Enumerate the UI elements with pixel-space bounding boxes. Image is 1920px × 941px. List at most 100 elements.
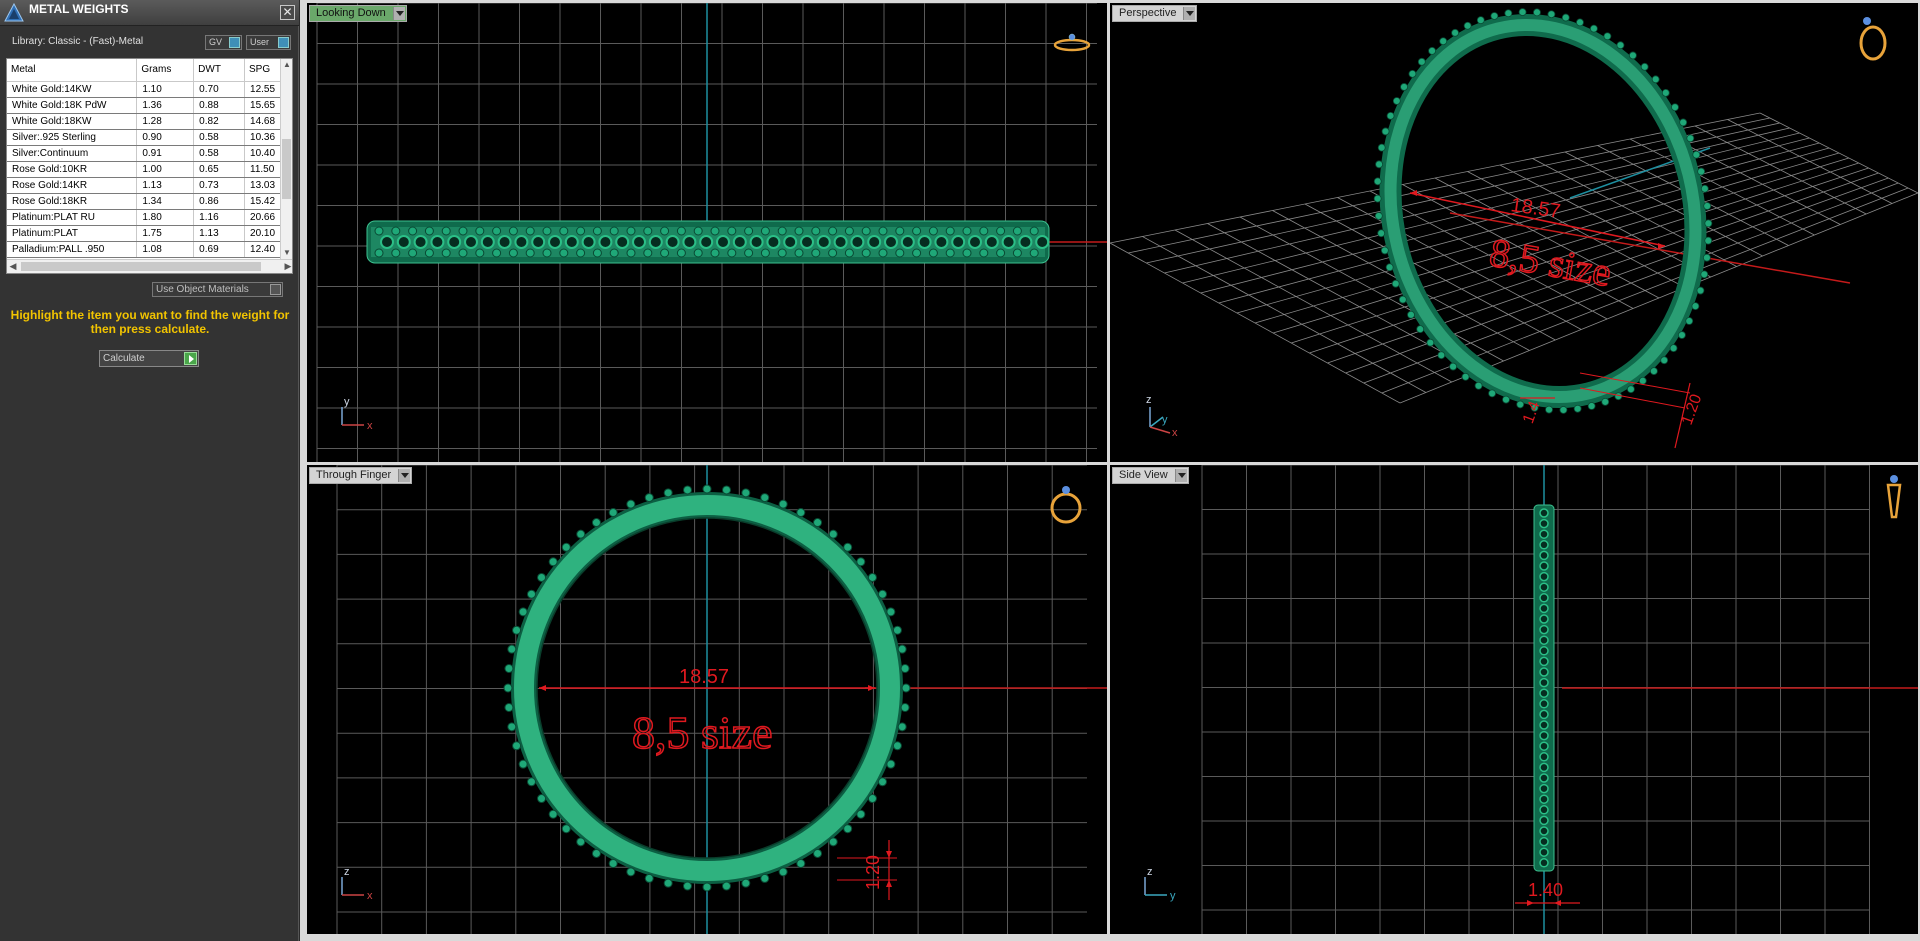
bead (794, 248, 804, 258)
table-horizontal-scrollbar[interactable]: ◀ ▶ (7, 259, 292, 273)
table-vertical-scrollbar[interactable]: ▲ ▼ (280, 59, 292, 259)
cell-spg: 12.40 (244, 241, 281, 258)
checkbox-icon[interactable] (270, 284, 281, 295)
ring-icon-top (1053, 38, 1091, 52)
cell-dwt: 0.58 (193, 145, 246, 162)
bead (682, 881, 692, 891)
scroll-thumb[interactable] (282, 139, 291, 199)
close-icon[interactable]: ✕ (280, 5, 295, 20)
cell-spg: 13.03 (244, 177, 281, 194)
cutout-hole (1539, 752, 1549, 762)
table-row[interactable]: Rose Gold:10KR 1.00 0.65 11.50 (7, 161, 281, 178)
col-header-grams[interactable]: Grams (136, 59, 195, 82)
viewport-looking-down[interactable]: yx Looking Down (307, 3, 1107, 462)
viewport-label-through-finger[interactable]: Through Finger (309, 467, 413, 484)
ring-icon-perspective-gem (1863, 17, 1871, 25)
viewport-label-side-view[interactable]: Side View (1112, 467, 1189, 484)
viewport-title: Looking Down (316, 7, 386, 19)
bead (391, 248, 401, 258)
bead (1628, 51, 1637, 60)
bead (744, 226, 754, 236)
scroll-right-icon[interactable]: ▶ (282, 260, 292, 273)
dimension-arrow (1410, 190, 1417, 196)
cutout-hole (1539, 858, 1549, 868)
table-row[interactable]: White Gold:18KW 1.28 0.82 14.68 (7, 113, 281, 130)
cell-grams: 0.91 (136, 145, 195, 162)
chevron-down-icon[interactable] (392, 7, 405, 20)
bead (996, 226, 1006, 236)
bead (901, 683, 911, 693)
chevron-down-icon[interactable] (1174, 469, 1187, 482)
table-row[interactable]: Silver:.925 Sterling 0.90 0.58 10.36 (7, 129, 281, 146)
viewport-label-looking-down[interactable]: Looking Down (309, 5, 407, 22)
use-object-materials-checkbox[interactable]: Use Object Materials (152, 282, 283, 297)
bead (741, 878, 751, 888)
table-row[interactable]: White Gold:14KW 1.10 0.70 12.55 (7, 81, 281, 98)
table-row[interactable]: Platinum:PLAT 1.75 1.13 20.10 (7, 225, 281, 242)
scroll-left-icon[interactable]: ◀ (7, 260, 19, 273)
gv-button[interactable]: GV (205, 35, 242, 50)
bead (727, 248, 737, 258)
bead (441, 248, 451, 258)
viewport-label-perspective[interactable]: Perspective (1112, 5, 1198, 22)
bead (702, 882, 712, 892)
col-header-dwt[interactable]: DWT (193, 59, 246, 82)
viewport-through-finger[interactable]: 18.57 8,5 size 1.20 z x Through Finger (307, 465, 1107, 934)
col-header-metal[interactable]: Metal (7, 59, 138, 82)
metal-table-container: Metal Grams DWT SPG White Gold:14KW 1.10 0… (6, 58, 293, 274)
bead (609, 226, 619, 236)
scroll-down-icon[interactable]: ▼ (281, 247, 292, 259)
bead (1407, 310, 1415, 319)
bead (1603, 32, 1612, 41)
bead (1449, 362, 1458, 371)
chevron-down-icon[interactable] (1183, 7, 1196, 20)
user-button-label: User (250, 37, 270, 47)
cell-grams: 1.28 (136, 113, 195, 130)
cell-metal: White Gold:18KW (7, 113, 138, 130)
cutout-hole (430, 235, 445, 249)
cell-metal: Rose Gold:14KR (7, 177, 138, 194)
bead (518, 607, 528, 617)
ring-icon-side-gem (1890, 475, 1898, 483)
calculate-button[interactable]: Calculate (99, 350, 199, 367)
bead (1696, 286, 1705, 295)
table-row[interactable]: Rose Gold:18KR 1.34 0.86 15.42 (7, 193, 281, 210)
bead (900, 663, 910, 673)
hscroll-thumb[interactable] (21, 262, 261, 271)
cutout-hole (1539, 667, 1549, 677)
cutout-hole (1539, 518, 1549, 529)
table-row[interactable]: Silver:Continuum 0.91 0.58 10.40 (7, 145, 281, 162)
viewport-perspective[interactable]: 18.57 8,5 size 1.4 1.20 z y x Perspective (1110, 3, 1918, 462)
cutout-hole (1001, 235, 1016, 249)
bead (408, 226, 418, 236)
bead (518, 759, 528, 769)
dimension-arrow (1527, 900, 1534, 906)
bead (945, 226, 955, 236)
bead (777, 248, 787, 258)
scroll-up-icon[interactable]: ▲ (281, 59, 292, 71)
perspective-canvas[interactable]: 18.578,5 size1.4 1.20zyx (1110, 3, 1918, 462)
table-row[interactable]: Palladium:PALL .950 1.08 0.69 12.40 (7, 241, 281, 258)
chevron-down-icon[interactable] (398, 469, 411, 482)
bead (878, 589, 888, 599)
cutout-hole (1539, 709, 1549, 720)
table-row[interactable]: Platinum:PLAT RU 1.80 1.16 20.66 (7, 209, 281, 226)
table-row[interactable]: White Gold:18K PdW 1.36 0.88 15.65 (7, 97, 281, 114)
bead (1381, 127, 1390, 136)
bead (1516, 400, 1525, 409)
bead (1661, 88, 1670, 97)
viewport-side-view[interactable]: 1.40 z y Side View (1110, 465, 1918, 934)
col-header-spg[interactable]: SPG (244, 59, 281, 82)
bead (722, 485, 732, 495)
through-finger-canvas[interactable]: 18.57 8,5 size 1.20 z x (307, 465, 1107, 934)
user-button[interactable]: User (246, 35, 291, 50)
bead (508, 226, 518, 236)
bead (663, 488, 673, 498)
side-view-canvas[interactable]: 1.40 z y (1110, 465, 1918, 934)
cutout-hole (531, 235, 546, 249)
looking-down-canvas[interactable]: yx (307, 3, 1107, 462)
bead (374, 226, 384, 236)
bead (693, 248, 703, 258)
table-row[interactable]: Rose Gold:14KR 1.13 0.73 13.03 (7, 177, 281, 194)
bead (1490, 12, 1499, 20)
